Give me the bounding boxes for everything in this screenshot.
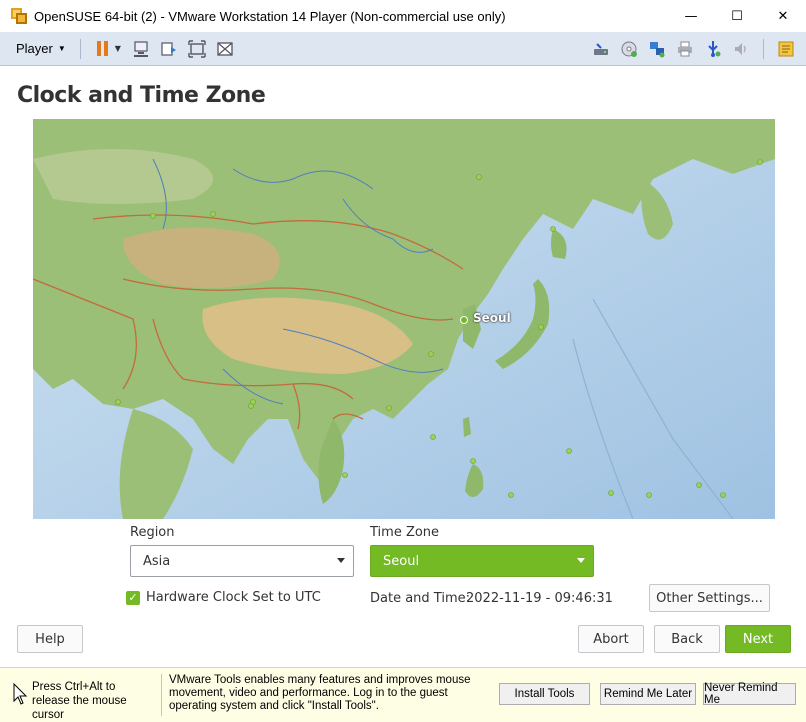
page-title: Clock and Time Zone [17,83,266,108]
pause-dropdown-icon[interactable]: ▼ [115,44,121,53]
minimize-button[interactable]: — [668,0,714,32]
vmware-tools-message: VMware Tools enables many features and i… [169,674,471,712]
hardware-clock-label[interactable]: Hardware Clock Set to UTC [146,590,321,605]
timezone-select[interactable]: Seoul [370,545,594,577]
world-map-graphic [33,119,775,519]
toolbar-divider [79,38,81,59]
removable-devices-icon[interactable] [159,39,179,59]
close-button[interactable]: ✕ [760,0,806,32]
selected-city-label: Seoul [473,311,511,325]
hard-disk-icon[interactable] [591,39,611,59]
other-settings-button[interactable]: Other Settings... [649,584,770,612]
back-button[interactable]: Back [654,625,720,653]
datetime-label: Date and Time: [370,591,470,606]
send-ctrl-alt-del-icon[interactable] [131,39,151,59]
installer-screen: Clock and Time Zone Seoul Region Asia Ti… [4,67,802,664]
vmware-toolbar: Player ▼ ▼ [0,32,806,66]
release-mouse-hint: Press Ctrl+Alt to release the mouse curs… [32,681,127,721]
chevron-down-icon [337,558,345,563]
remind-me-later-button[interactable]: Remind Me Later [600,683,696,705]
timezone-map[interactable]: Seoul [33,119,775,519]
hardware-clock-checkbox[interactable]: ✓ [126,591,140,605]
region-label: Region [130,525,175,540]
selected-city-marker[interactable] [460,316,468,324]
network-adapter-icon[interactable] [647,39,667,59]
timezone-label: Time Zone [370,525,440,540]
maximize-button[interactable]: ☐ [714,0,760,32]
toolbar-divider [763,38,764,59]
printer-icon[interactable] [675,39,695,59]
abort-button[interactable]: Abort [578,625,644,653]
cd-drive-icon[interactable] [619,39,639,59]
full-screen-icon[interactable] [187,39,207,59]
unity-icon[interactable] [215,39,235,59]
timezone-value: Seoul [383,553,420,569]
region-select[interactable]: Asia [130,545,354,577]
window-title: OpenSUSE 64-bit (2) - VMware Workstation… [34,8,506,24]
pause-icon[interactable] [93,39,113,59]
vmware-hint-bar: Press Ctrl+Alt to release the mouse curs… [0,667,806,722]
sound-icon[interactable] [731,39,751,59]
player-menu[interactable]: Player ▼ [10,37,72,60]
mouse-cursor-icon [13,683,28,705]
player-menu-label: Player [16,41,53,56]
chevron-down-icon: ▼ [57,44,66,53]
install-tools-button[interactable]: Install Tools [499,683,590,705]
hint-divider [161,674,162,716]
vmware-app-icon [10,7,28,25]
next-button[interactable]: Next [725,625,791,653]
usb-icon[interactable] [703,39,723,59]
help-button[interactable]: Help [17,625,83,653]
window-title-bar: OpenSUSE 64-bit (2) - VMware Workstation… [0,0,806,32]
chevron-down-icon [577,558,585,563]
device-status-icons [587,38,800,59]
datetime-value: 2022-11-19 - 09:46:31 [466,591,613,606]
message-log-icon[interactable] [776,39,796,59]
never-remind-me-button[interactable]: Never Remind Me [703,682,796,706]
region-value: Asia [143,553,171,569]
